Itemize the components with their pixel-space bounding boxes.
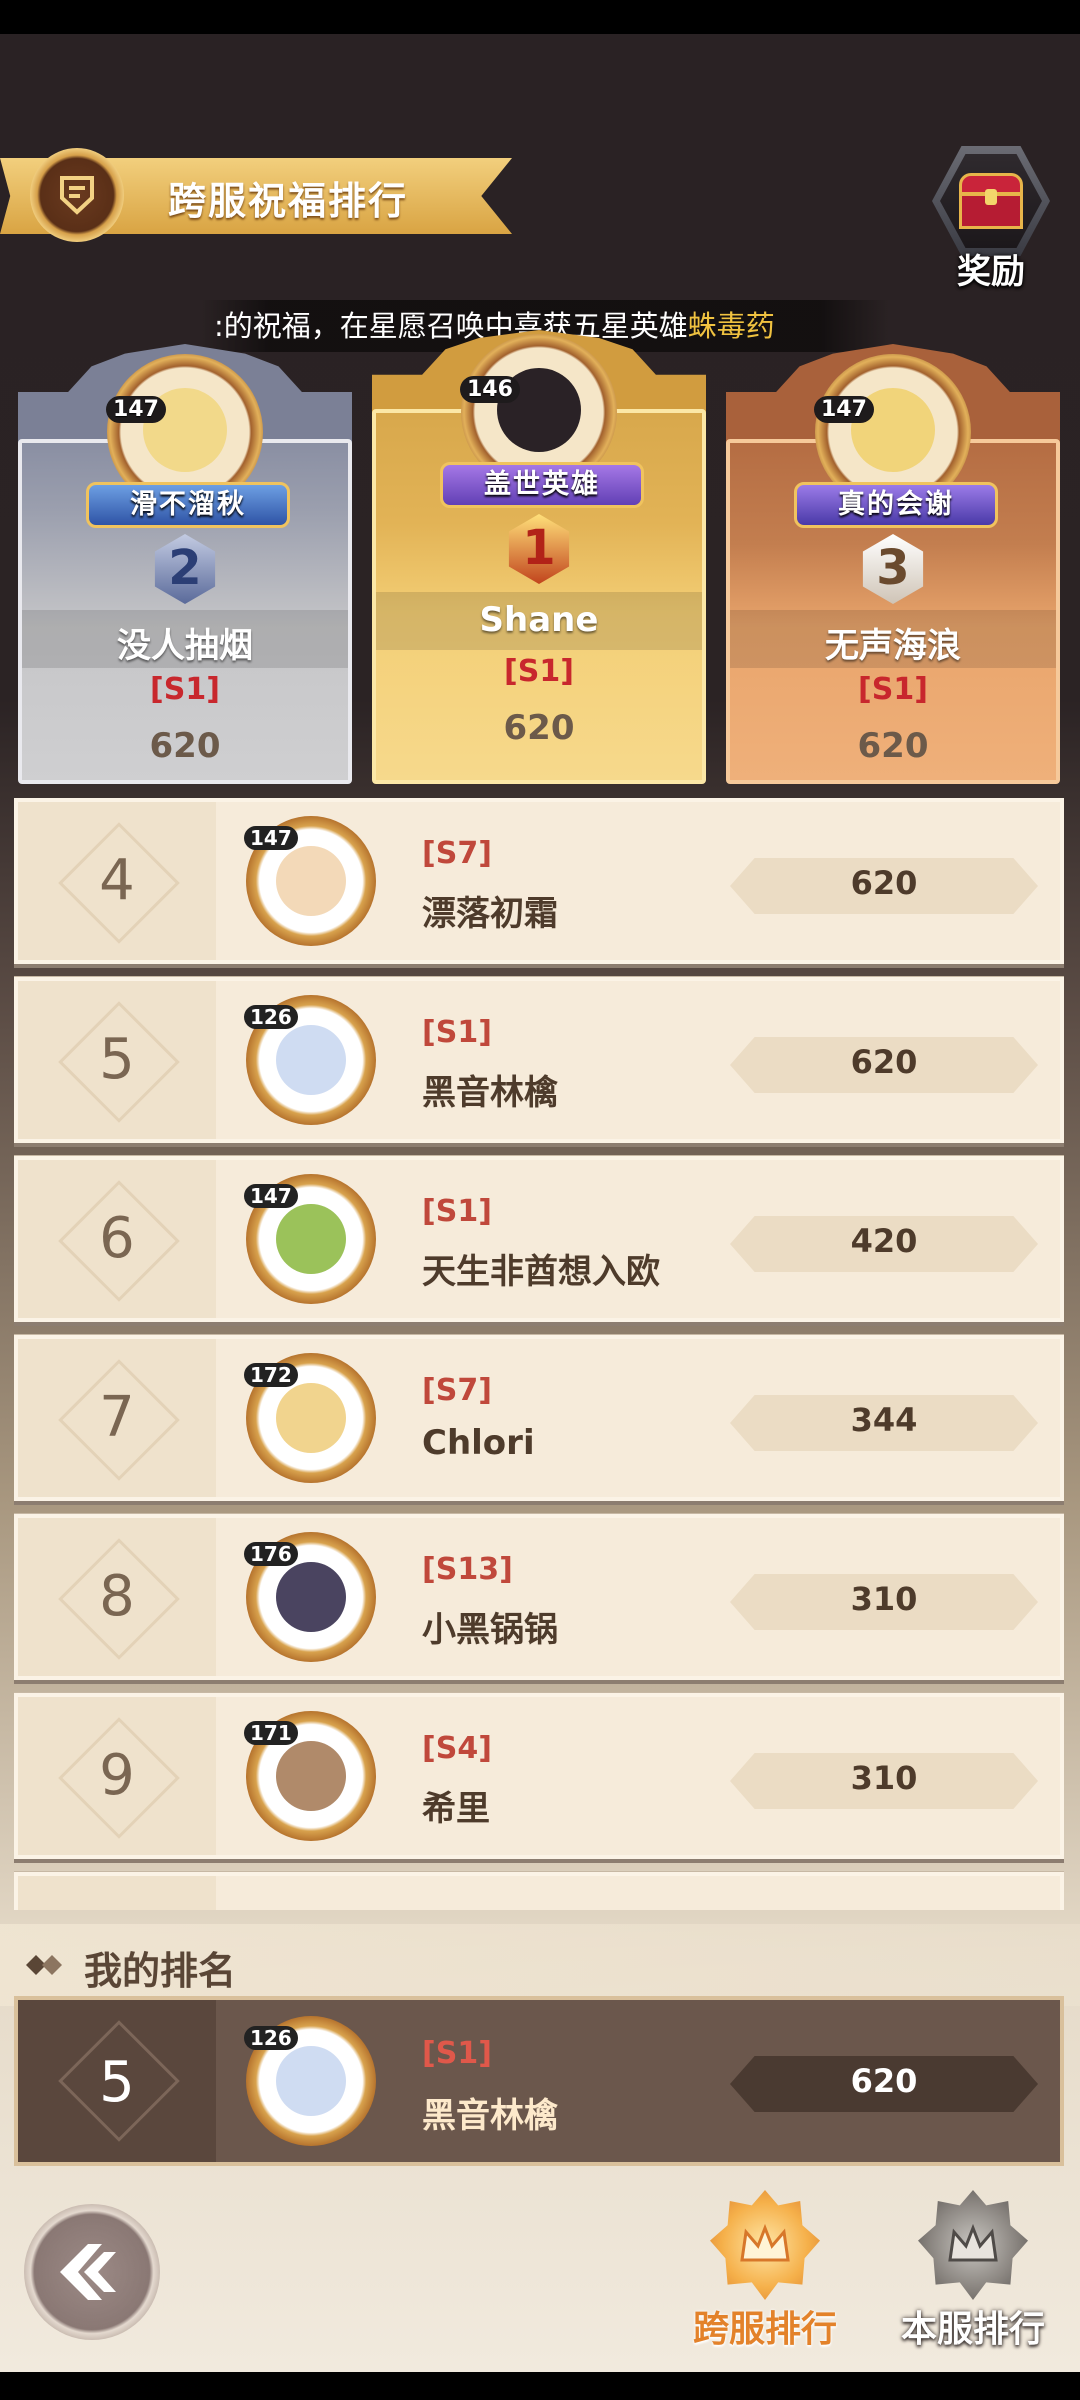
rank-number: 7 bbox=[99, 1385, 135, 1450]
server-tag: [S4] bbox=[422, 1731, 492, 1766]
level-badge: 171 bbox=[244, 1721, 298, 1745]
player-name: 漂落初霜 bbox=[422, 894, 558, 934]
ranking-row-7[interactable]: 7 172 [S7] Chlori 344 bbox=[14, 1335, 1064, 1501]
ranking-list[interactable]: 4 147 [S7] 漂落初霜 620 5 126 [S1] 黑音林檎 620 … bbox=[14, 798, 1064, 1910]
avatar[interactable]: 147 bbox=[244, 816, 376, 946]
title-badge: 滑不溜秋 bbox=[86, 482, 290, 528]
player-name: 无声海浪 bbox=[825, 626, 961, 666]
score: 620 bbox=[850, 1043, 918, 1081]
level-badge: 172 bbox=[244, 1363, 298, 1387]
rank-medal-icon: 2 bbox=[150, 534, 220, 604]
player-name: 黑音林檎 bbox=[422, 2096, 558, 2136]
status-bar bbox=[0, 0, 1080, 34]
level-badge: 147 bbox=[106, 396, 166, 423]
server-tag: [S1] bbox=[422, 1015, 492, 1050]
avatar[interactable]: 126 bbox=[244, 2016, 376, 2146]
server-tag: [S7] bbox=[422, 1373, 492, 1408]
rank-number: 6 bbox=[99, 1206, 135, 1271]
tab-label: 本服排行 bbox=[900, 2309, 1045, 2350]
ranking-row-4[interactable]: 4 147 [S7] 漂落初霜 620 bbox=[14, 798, 1064, 964]
score: 420 bbox=[850, 1222, 918, 1260]
rank-cell: 5 bbox=[18, 2000, 216, 2162]
page-title: 跨服祝福排行 bbox=[168, 179, 409, 223]
my-rank-row[interactable]: 5 126 [S1] 黑音林檎 620 bbox=[14, 1996, 1064, 2166]
server-tag: [S7] bbox=[422, 836, 492, 871]
ranking-shield-icon bbox=[30, 148, 124, 242]
avatar[interactable]: 126 bbox=[244, 995, 376, 1125]
rank-medal-icon: 1 bbox=[504, 514, 574, 584]
player-name: 希里 bbox=[422, 1789, 490, 1829]
score: 310 bbox=[850, 1759, 918, 1797]
server-tag: [S1] bbox=[858, 672, 928, 707]
rank-number: 4 bbox=[99, 848, 135, 913]
rank-cell: 5 bbox=[18, 981, 216, 1139]
ranking-row-6[interactable]: 6 147 [S1] 天生非酋想入欧 420 bbox=[14, 1156, 1064, 1322]
ranking-row-9[interactable]: 9 171 [S4] 希里 310 bbox=[14, 1693, 1064, 1859]
ranking-row-5[interactable]: 5 126 [S1] 黑音林檎 620 bbox=[14, 977, 1064, 1143]
player-name: Shane bbox=[479, 600, 599, 640]
rank-cell: 7 bbox=[18, 1339, 216, 1497]
avatar[interactable]: 171 bbox=[244, 1711, 376, 1841]
treasure-chest-icon bbox=[959, 173, 1023, 229]
level-badge: 176 bbox=[244, 1542, 298, 1566]
level-badge: 147 bbox=[814, 396, 874, 423]
tab-label: 跨服排行 bbox=[692, 2309, 837, 2350]
title-badge: 盖世英雄 bbox=[440, 462, 644, 508]
podium-card-1[interactable]: 146 盖世英雄 1 Shane [S1] 620 bbox=[372, 330, 706, 784]
score: 344 bbox=[850, 1401, 918, 1439]
podium-card-3[interactable]: 147 真的会谢 3 无声海浪 [S1] 620 bbox=[726, 344, 1060, 784]
double-diamond-icon bbox=[26, 1955, 62, 1975]
system-nav-bar bbox=[0, 2372, 1080, 2400]
rank-cell: 6 bbox=[18, 1160, 216, 1318]
crown-icon bbox=[740, 2223, 790, 2262]
level-badge: 146 bbox=[460, 376, 520, 403]
my-rank-label: 我的排名 bbox=[84, 1949, 237, 1993]
player-name: 小黑锅锅 bbox=[422, 1610, 558, 1650]
level-badge: 126 bbox=[244, 2026, 298, 2050]
tab-cross-server-ranking[interactable]: 跨服排行 bbox=[680, 2190, 850, 2360]
avatar[interactable]: 172 bbox=[244, 1353, 376, 1483]
score: 620 bbox=[149, 726, 221, 766]
reward-button[interactable]: 奖励 bbox=[926, 146, 1056, 292]
my-rank-header: 我的排名 bbox=[0, 1924, 1080, 2006]
server-tag: [S13] bbox=[422, 1552, 513, 1587]
back-button[interactable] bbox=[24, 2204, 160, 2340]
server-tag: [S1] bbox=[150, 672, 220, 707]
score: 620 bbox=[857, 726, 929, 766]
ranking-row-partial[interactable] bbox=[14, 1872, 1064, 1910]
rank-cell: 8 bbox=[18, 1518, 216, 1676]
ranking-row-8[interactable]: 8 176 [S13] 小黑锅锅 310 bbox=[14, 1514, 1064, 1680]
back-arrow-icon bbox=[60, 2244, 116, 2300]
title-banner: 跨服祝福排行 bbox=[0, 148, 515, 242]
rank-medal-icon: 3 bbox=[858, 534, 928, 604]
server-tag: [S1] bbox=[504, 654, 574, 689]
rank-number: 5 bbox=[99, 2050, 135, 2115]
crown-icon bbox=[948, 2223, 998, 2262]
level-badge: 147 bbox=[244, 1184, 298, 1208]
server-tag: [S1] bbox=[422, 2036, 492, 2071]
score: 310 bbox=[850, 1580, 918, 1618]
rank-cell bbox=[18, 1876, 216, 1910]
score: 620 bbox=[503, 708, 575, 748]
level-badge: 126 bbox=[244, 1005, 298, 1029]
avatar[interactable]: 176 bbox=[244, 1532, 376, 1662]
title-badge: 真的会谢 bbox=[794, 482, 998, 528]
rank-cell: 4 bbox=[18, 802, 216, 960]
score: 620 bbox=[850, 864, 918, 902]
rank-number: 8 bbox=[99, 1564, 135, 1629]
podium-card-2[interactable]: 147 滑不溜秋 2 没人抽烟 [S1] 620 bbox=[18, 344, 352, 784]
avatar[interactable]: 147 bbox=[244, 1174, 376, 1304]
rank-cell: 9 bbox=[18, 1697, 216, 1855]
player-name: 天生非酋想入欧 bbox=[422, 1252, 660, 1292]
player-name: Chlori bbox=[422, 1423, 535, 1463]
reward-label: 奖励 bbox=[957, 252, 1025, 292]
level-badge: 147 bbox=[244, 826, 298, 850]
rank-number: 9 bbox=[99, 1743, 135, 1808]
score: 620 bbox=[850, 2062, 918, 2100]
server-tag: [S1] bbox=[422, 1194, 492, 1229]
player-name: 没人抽烟 bbox=[117, 626, 253, 666]
tab-local-server-ranking[interactable]: 本服排行 bbox=[888, 2190, 1058, 2360]
rank-number: 5 bbox=[99, 1027, 135, 1092]
player-name: 黑音林檎 bbox=[422, 1073, 558, 1113]
